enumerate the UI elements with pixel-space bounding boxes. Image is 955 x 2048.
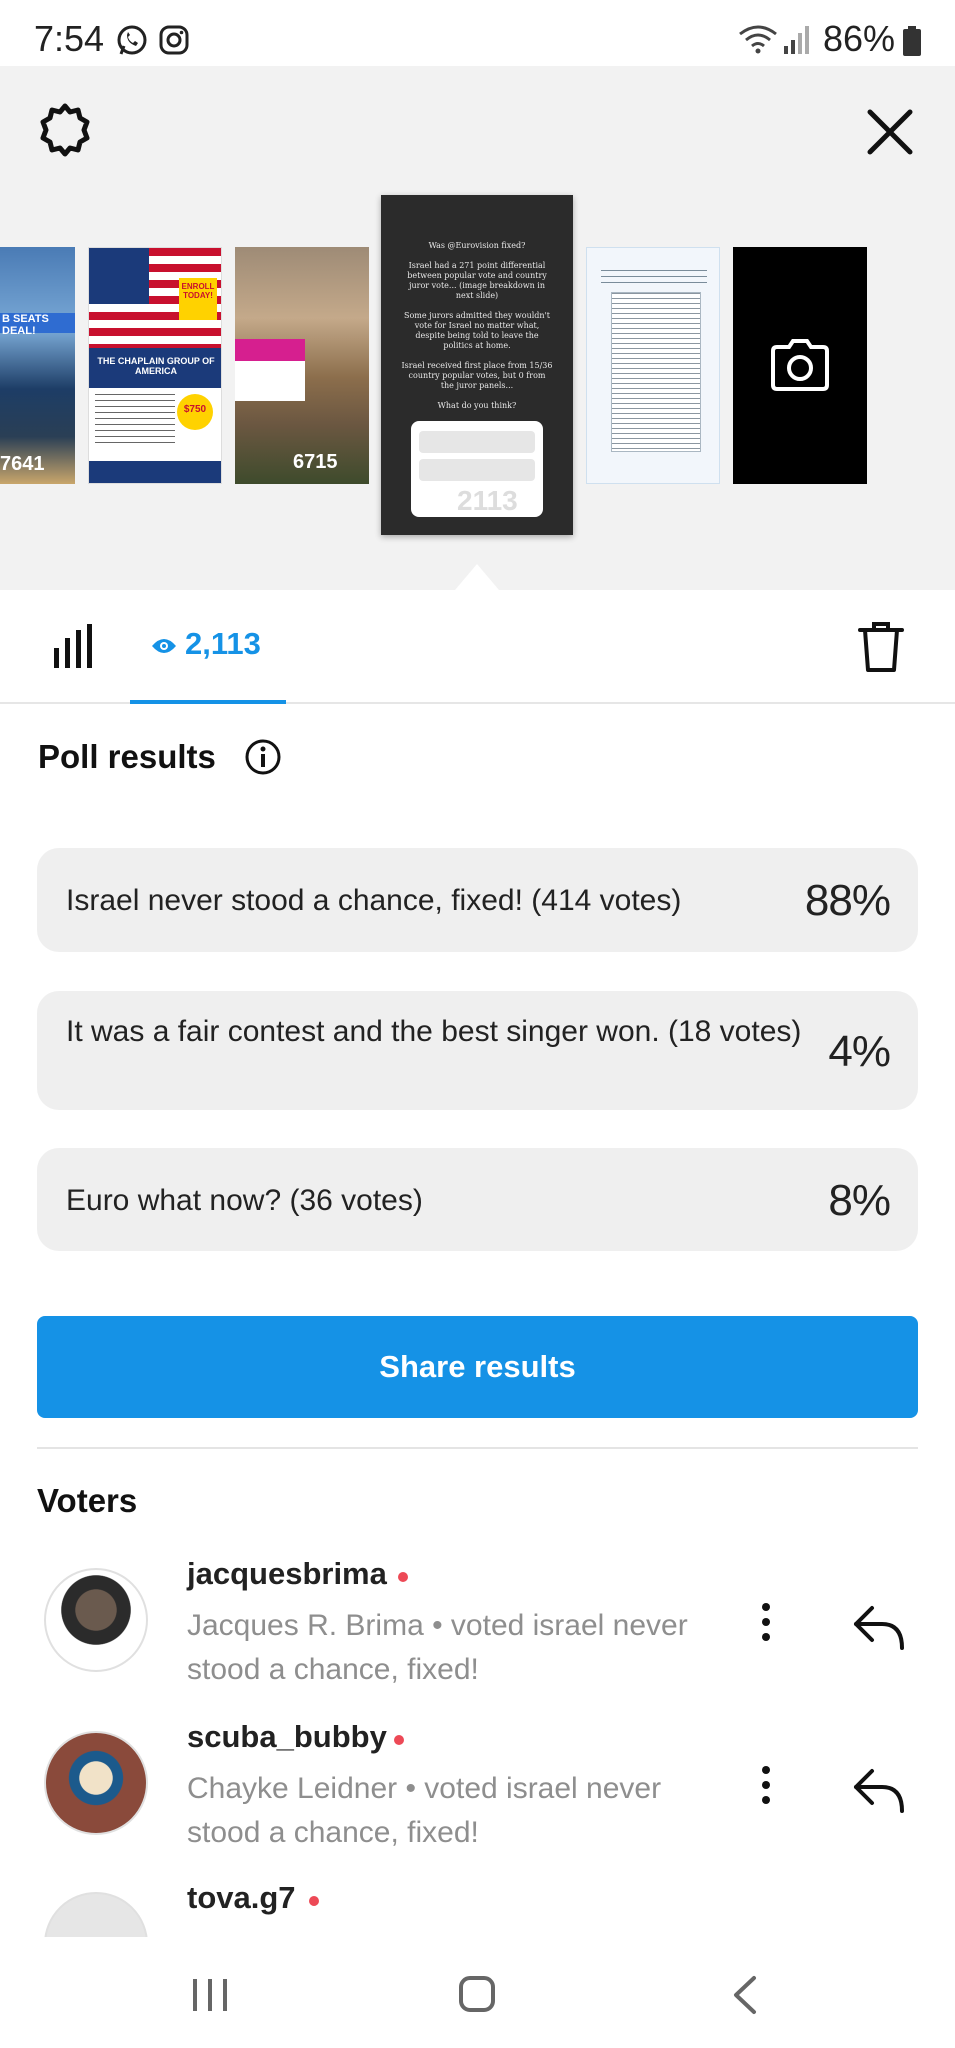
enroll-badge: ENROLL TODAY! (179, 278, 217, 320)
story-ad-body (95, 394, 175, 444)
story-text: Was @Eurovision fixed? Israel had a 271 … (401, 241, 553, 430)
selected-story-pointer (455, 564, 499, 590)
camera-icon (771, 339, 829, 391)
voter-username[interactable]: tova.g7 (187, 1880, 296, 1916)
share-results-button[interactable]: Share results (37, 1316, 918, 1418)
new-indicator-dot (309, 1896, 319, 1906)
poll-option-label: Euro what now? (36 votes) (66, 1184, 423, 1217)
story-view-count: 6715 (293, 451, 338, 473)
whatsapp-icon (117, 25, 147, 55)
voter-row[interactable]: jacquesbrima Jacques R. Brima • voted is… (0, 1546, 955, 1706)
story-sticker (235, 339, 305, 361)
voter-subtitle: Chayke Leidner • voted israel never stoo… (187, 1772, 662, 1849)
poll-option-2: It was a fair contest and the best singe… (37, 991, 918, 1110)
battery-percent: 86% (823, 18, 896, 59)
flag-canton (89, 248, 149, 304)
signal-icon (784, 26, 809, 54)
story-table (611, 292, 701, 452)
voter-username[interactable]: jacquesbrima (187, 1556, 387, 1592)
new-indicator-dot (394, 1735, 404, 1745)
avatar[interactable] (44, 1568, 148, 1672)
battery-icon (903, 26, 921, 56)
close-icon[interactable] (862, 104, 918, 160)
story-ad-footer (89, 461, 221, 483)
new-indicator-dot (398, 1572, 408, 1582)
story-ad-title: THE CHAPLAIN GROUP OF AMERICA (89, 348, 221, 388)
poll-card-option (419, 431, 535, 453)
poll-option-percent: 8% (828, 1176, 891, 1225)
stats-bar-icon[interactable] (52, 624, 94, 670)
poll-option-label: Israel never stood a chance, fixed! (414… (66, 884, 682, 917)
status-time: 7:54 (34, 18, 105, 59)
story-thumbnail-stadium[interactable]: B SEATS DEAL! 7641 (0, 247, 75, 484)
story-table-caption (601, 270, 707, 286)
story-thumbnail-table[interactable] (586, 247, 720, 484)
wifi-icon (739, 25, 777, 54)
story-view-count: 2113 (457, 485, 518, 516)
more-options-icon[interactable] (756, 1765, 776, 1805)
avatar[interactable] (44, 1731, 148, 1835)
reply-icon[interactable] (852, 1767, 906, 1813)
more-options-icon[interactable] (756, 1602, 776, 1642)
settings-gear-icon[interactable] (36, 102, 94, 160)
story-poll-sticker (235, 361, 305, 401)
instagram-icon (159, 25, 189, 55)
voters-title: Voters (37, 1482, 138, 1519)
story-banner: B SEATS DEAL! (0, 313, 75, 337)
home-icon[interactable] (458, 1975, 496, 2013)
poll-option-percent: 88% (804, 876, 891, 925)
voter-username[interactable]: scuba_bubby (187, 1719, 387, 1755)
divider (37, 1447, 918, 1449)
share-results-label: Share results (379, 1349, 576, 1384)
status-bar: 7:54 86% (0, 0, 955, 66)
story-thumbnail-chaplain[interactable]: ENROLL TODAY! THE CHAPLAIN GROUP OF AMER… (88, 247, 222, 484)
story-thumbnail-selected[interactable]: Was @Eurovision fixed? Israel had a 271 … (381, 195, 573, 535)
back-icon[interactable] (730, 1975, 760, 2015)
story-ad-price: $750 (177, 394, 213, 430)
trash-icon[interactable] (856, 620, 906, 674)
poll-card-option (419, 459, 535, 481)
system-nav-bar (0, 1937, 955, 2048)
story-add-camera[interactable] (733, 247, 867, 484)
story-thumbnail-breakfast[interactable]: 6715 (235, 247, 369, 484)
poll-results-title: Poll results (38, 738, 216, 775)
poll-option-1: Israel never stood a chance, fixed! (414… (37, 848, 918, 952)
reply-icon[interactable] (852, 1604, 906, 1650)
info-icon[interactable] (244, 738, 282, 776)
poll-option-percent: 4% (828, 1027, 891, 1076)
voter-subtitle: Jacques R. Brima • voted israel never st… (187, 1609, 688, 1686)
voter-row[interactable]: scuba_bubby Chayke Leidner • voted israe… (0, 1709, 955, 1869)
viewers-count: 2,113 (185, 626, 261, 661)
story-view-count: 7641 (0, 453, 45, 475)
poll-option-3: Euro what now? (36 votes) 8% (37, 1148, 918, 1251)
tab-viewers[interactable]: 2,113 (130, 590, 286, 704)
recents-icon[interactable] (190, 1977, 230, 2013)
poll-option-label: It was a fair contest and the best singe… (66, 1015, 802, 1048)
eye-icon (152, 639, 176, 653)
tab-active-indicator (130, 700, 286, 704)
